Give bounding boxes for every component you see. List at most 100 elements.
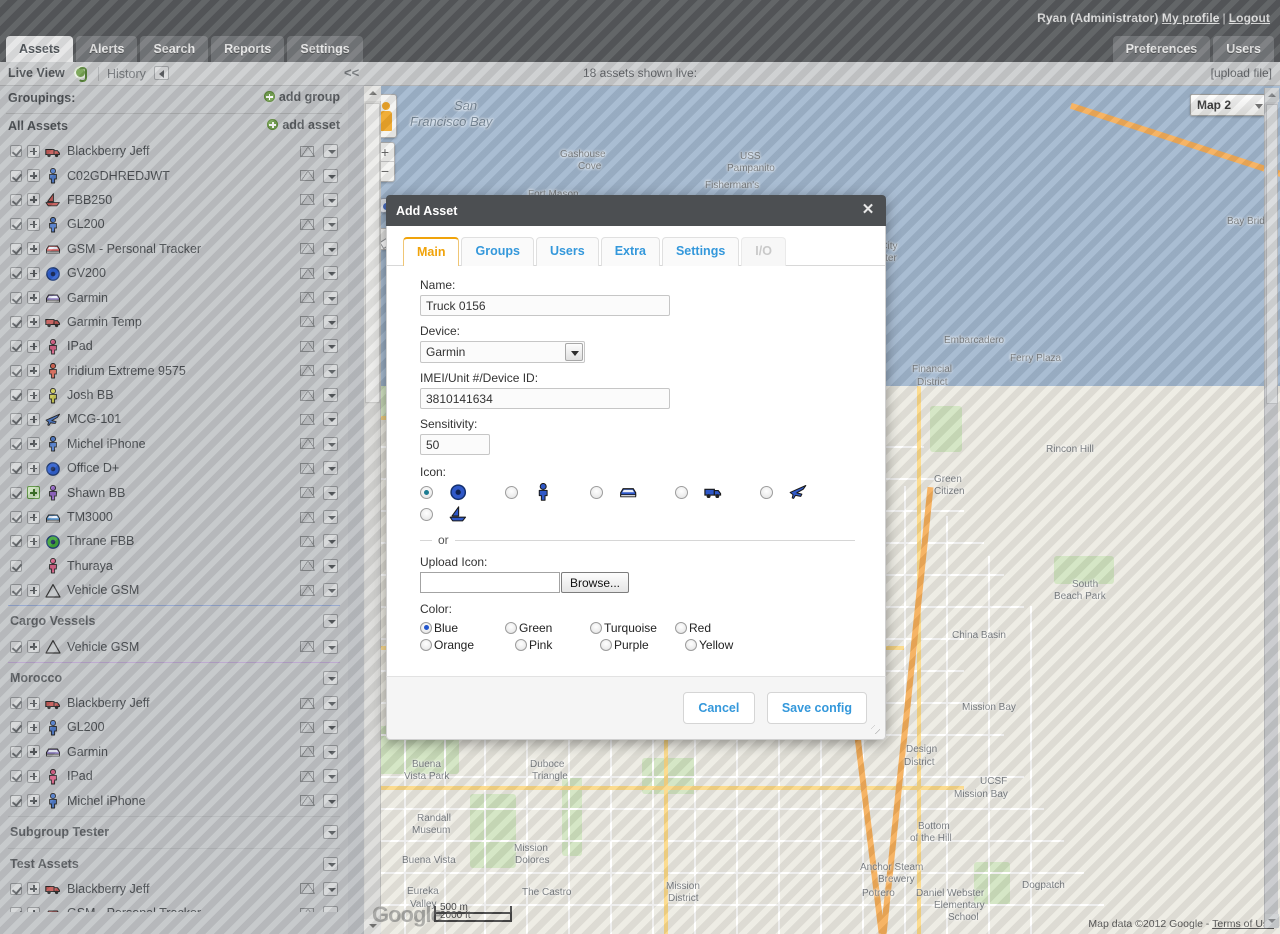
asset-visibility-checkbox[interactable] bbox=[10, 907, 22, 912]
envelope-message-icon[interactable] bbox=[300, 722, 314, 733]
scroll-track[interactable] bbox=[365, 404, 380, 919]
asset-menu-button[interactable] bbox=[323, 882, 338, 896]
asset-row[interactable]: Vehicle GSM bbox=[0, 634, 348, 658]
asset-menu-button[interactable] bbox=[323, 291, 338, 305]
expand-asset-button[interactable] bbox=[27, 364, 40, 377]
expand-asset-button[interactable] bbox=[27, 193, 40, 206]
asset-visibility-checkbox[interactable] bbox=[10, 795, 22, 807]
dialog-tab-groups[interactable]: Groups bbox=[461, 237, 533, 266]
resize-grip-icon[interactable] bbox=[871, 725, 882, 736]
expand-asset-button[interactable] bbox=[27, 882, 40, 895]
color-option-group[interactable]: BlueGreenTurquoiseRedOrangePinkPurpleYel… bbox=[420, 619, 820, 653]
expand-asset-button[interactable] bbox=[27, 907, 40, 912]
asset-row[interactable]: Blackberry Jeff bbox=[0, 877, 348, 901]
boat-icon[interactable] bbox=[449, 505, 471, 523]
asset-menu-button[interactable] bbox=[323, 193, 338, 207]
truck-icon[interactable] bbox=[704, 483, 726, 501]
group-header[interactable]: Morocco bbox=[0, 665, 348, 691]
icon-option-radio[interactable] bbox=[420, 508, 433, 521]
person-icon[interactable] bbox=[534, 483, 556, 501]
envelope-message-icon[interactable] bbox=[300, 746, 314, 757]
envelope-message-icon[interactable] bbox=[300, 341, 314, 352]
group-menu-button[interactable] bbox=[323, 857, 338, 871]
asset-menu-button[interactable] bbox=[323, 769, 338, 783]
expand-asset-button[interactable] bbox=[27, 218, 40, 231]
asset-menu-button[interactable] bbox=[323, 364, 338, 378]
my-profile-link[interactable]: My profile bbox=[1162, 11, 1220, 25]
icon-option-group-row-2[interactable] bbox=[420, 505, 885, 523]
envelope-message-icon[interactable] bbox=[300, 292, 314, 303]
asset-visibility-checkbox[interactable] bbox=[10, 487, 22, 499]
imei-input[interactable] bbox=[420, 388, 670, 409]
color-option-radio[interactable] bbox=[685, 639, 697, 651]
asset-visibility-checkbox[interactable] bbox=[10, 721, 22, 733]
asset-visibility-checkbox[interactable] bbox=[10, 746, 22, 758]
asset-menu-button[interactable] bbox=[323, 339, 338, 353]
asset-menu-button[interactable] bbox=[323, 388, 338, 402]
envelope-message-icon[interactable] bbox=[300, 512, 314, 523]
dialog-tab-settings[interactable]: Settings bbox=[662, 237, 739, 266]
asset-row[interactable]: Blackberry Jeff bbox=[0, 691, 348, 715]
expand-asset-button[interactable] bbox=[27, 437, 40, 450]
color-option-radio[interactable] bbox=[420, 639, 432, 651]
dialog-tabstrip[interactable]: MainGroupsUsersExtraSettingsI/O bbox=[387, 236, 885, 266]
envelope-message-icon[interactable] bbox=[300, 560, 314, 571]
expand-asset-button[interactable] bbox=[27, 770, 40, 783]
expand-asset-button[interactable] bbox=[27, 145, 40, 158]
cancel-button[interactable]: Cancel bbox=[683, 692, 755, 724]
nav-tab-settings[interactable]: Settings bbox=[287, 36, 362, 62]
asset-row[interactable]: GSM - Personal Tracker bbox=[0, 237, 348, 261]
asset-list[interactable]: Blackberry Jeff C02GDHREDJWT FBB250 GL20… bbox=[0, 139, 348, 912]
asset-row[interactable]: Michel iPhone bbox=[0, 432, 348, 456]
asset-visibility-checkbox[interactable] bbox=[10, 170, 22, 182]
icon-option-radio[interactable] bbox=[675, 486, 688, 499]
asset-menu-button[interactable] bbox=[323, 486, 338, 500]
expand-asset-button[interactable] bbox=[27, 389, 40, 402]
asset-visibility-checkbox[interactable] bbox=[10, 145, 22, 157]
nav-tab-assets[interactable]: Assets bbox=[6, 36, 73, 62]
asset-menu-button[interactable] bbox=[323, 217, 338, 231]
group-header[interactable]: Cargo Vessels bbox=[0, 608, 348, 634]
asset-visibility-checkbox[interactable] bbox=[10, 511, 22, 523]
asset-menu-button[interactable] bbox=[323, 510, 338, 524]
expand-asset-button[interactable] bbox=[27, 745, 40, 758]
envelope-message-icon[interactable] bbox=[300, 219, 314, 230]
asset-visibility-checkbox[interactable] bbox=[10, 641, 22, 653]
envelope-message-icon[interactable] bbox=[300, 698, 314, 709]
browse-button[interactable]: Browse... bbox=[561, 572, 629, 593]
color-option-orange[interactable]: Orange bbox=[420, 636, 515, 653]
envelope-message-icon[interactable] bbox=[300, 641, 314, 652]
color-option-radio[interactable] bbox=[675, 622, 687, 634]
envelope-message-icon[interactable] bbox=[300, 908, 314, 912]
asset-visibility-checkbox[interactable] bbox=[10, 584, 22, 596]
color-option-radio[interactable] bbox=[515, 639, 527, 651]
asset-menu-button[interactable] bbox=[323, 461, 338, 475]
asset-visibility-checkbox[interactable] bbox=[10, 770, 22, 782]
envelope-message-icon[interactable] bbox=[300, 243, 314, 254]
map-type-selector[interactable]: Map 2 bbox=[1190, 94, 1270, 116]
asset-visibility-checkbox[interactable] bbox=[10, 267, 22, 279]
icon-option-radio[interactable] bbox=[420, 486, 433, 499]
dot-icon[interactable] bbox=[449, 483, 471, 501]
asset-row[interactable]: FBB250 bbox=[0, 188, 348, 212]
asset-menu-button[interactable] bbox=[323, 640, 338, 654]
asset-visibility-checkbox[interactable] bbox=[10, 438, 22, 450]
envelope-message-icon[interactable] bbox=[300, 268, 314, 279]
nav-button-preferences[interactable]: Preferences bbox=[1113, 36, 1211, 62]
icon-option-person[interactable] bbox=[505, 483, 590, 501]
color-option-pink[interactable]: Pink bbox=[515, 636, 600, 653]
asset-row[interactable]: GL200 bbox=[0, 715, 348, 739]
asset-row[interactable]: Thrane FBB bbox=[0, 529, 348, 553]
expand-asset-button[interactable] bbox=[27, 794, 40, 807]
icon-option-dot[interactable] bbox=[420, 483, 505, 501]
color-option-yellow[interactable]: Yellow bbox=[685, 636, 770, 653]
asset-row[interactable]: IPad bbox=[0, 334, 348, 358]
asset-row[interactable]: GSM - Personal Tracker bbox=[0, 901, 348, 912]
dialog-titlebar[interactable]: Add Asset ✕ bbox=[386, 195, 886, 226]
scroll-up-arrow-icon[interactable] bbox=[364, 86, 381, 101]
main-navigation[interactable]: AssetsAlertsSearchReportsSettings bbox=[6, 36, 363, 62]
asset-menu-button[interactable] bbox=[323, 906, 338, 912]
scroll-down-arrow-icon[interactable] bbox=[1265, 914, 1279, 928]
logout-link[interactable]: Logout bbox=[1229, 11, 1270, 25]
expand-asset-button[interactable] bbox=[27, 721, 40, 734]
